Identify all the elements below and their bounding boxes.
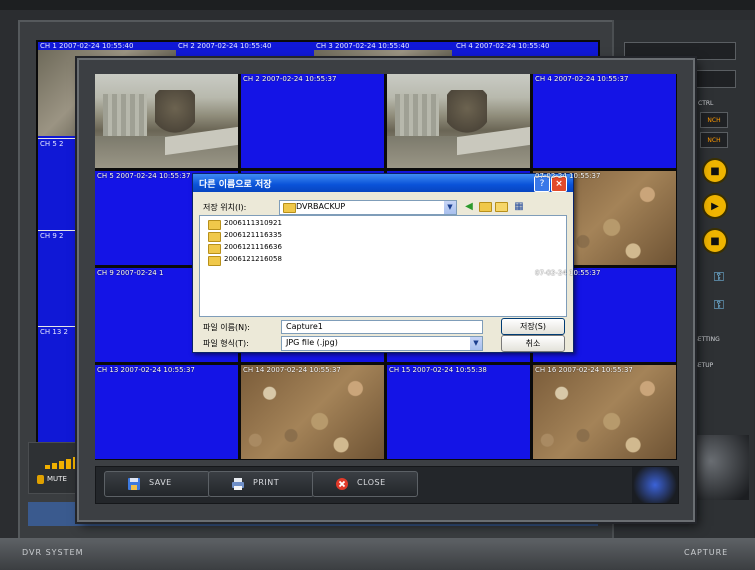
back-channel-label: CH 5 2: [40, 140, 64, 148]
camera-scene-bldg: [103, 94, 147, 136]
save-as-dialog: 다른 이름으로 저장 ? × 저장 위치(I): DVRBACKUP ▼ ◀ ▦…: [192, 173, 574, 353]
channel-cell[interactable]: CH 14 2007-02-24 10:55:37: [241, 365, 384, 459]
view-menu-icon[interactable]: ▦: [513, 201, 525, 212]
filename-label: 파일 이름(N):: [203, 323, 250, 332]
stop-icon: ■: [710, 165, 720, 177]
mute-label: MUTE: [47, 475, 67, 483]
new-folder-icon[interactable]: [495, 201, 508, 212]
back-channel-label: CH 1 2007-02-24 10:55:40: [40, 42, 134, 50]
bottom-bar: DVR SYSTEM CAPTURE: [0, 538, 755, 570]
folder-icon: [283, 203, 296, 213]
key-icon[interactable]: ⚿: [710, 296, 728, 314]
top-strip: [0, 0, 755, 10]
grid-separator: [38, 138, 78, 139]
camera-scene-tree: [155, 90, 195, 136]
folder-name: 2006121216058: [224, 255, 282, 263]
side-label: SETUP: [694, 362, 714, 369]
print-button[interactable]: PRINT: [208, 471, 314, 497]
channel-label: 07-02-24 10:55:37: [535, 172, 601, 180]
folder-icon: [208, 232, 221, 242]
play-icon: ▶: [711, 200, 719, 212]
close-button[interactable]: CLOSE: [312, 471, 418, 497]
dialog-save-button[interactable]: 저장(S): [501, 318, 565, 335]
channel-cell[interactable]: CH 16 2007-02-24 10:55:37: [533, 365, 676, 459]
channel-label: CH 4 2007-02-24 10:55:37: [535, 75, 629, 83]
side-nch-button[interactable]: NCH: [700, 112, 728, 128]
folder-icon: [208, 244, 221, 254]
up-folder-icon[interactable]: [479, 201, 492, 212]
chevron-down-icon[interactable]: ▼: [470, 337, 482, 350]
back-channel-label: CH 2 2007-02-24 10:55:40: [178, 42, 272, 50]
dialog-titlebar: 다른 이름으로 저장 ? ×: [193, 174, 573, 192]
camera-scene-tree: [447, 90, 487, 136]
print-button-label: PRINT: [253, 478, 280, 487]
channel-cell[interactable]: [95, 74, 238, 168]
filename-input[interactable]: Capture1: [281, 320, 483, 334]
floppy-icon: [128, 478, 140, 490]
back-channel-label: CH 3 2007-02-24 10:55:40: [316, 42, 410, 50]
channel-cell[interactable]: CH 2 2007-02-24 10:55:37: [241, 74, 384, 168]
camera-scene-bldg: [395, 94, 439, 136]
save-button-label: SAVE: [149, 478, 172, 487]
channel-cell[interactable]: [387, 74, 530, 168]
filename-value: Capture1: [286, 322, 323, 331]
close-icon: [336, 478, 348, 490]
save-in-dropdown[interactable]: DVRBACKUP ▼: [279, 200, 457, 215]
filetype-dropdown[interactable]: JPG file (.jpg) ▼: [281, 336, 483, 351]
channel-label: CH 2 2007-02-24 10:55:37: [243, 75, 337, 83]
bottom-left-label: DVR SYSTEM: [22, 548, 84, 557]
channel-label: CH 5 2007-02-24 10:55:37: [97, 172, 191, 180]
grid-separator: [38, 230, 78, 231]
stop-button[interactable]: ■: [704, 160, 726, 182]
side-label: CTRL: [698, 100, 714, 107]
channel-cell[interactable]: CH 15 2007-02-24 10:55:38: [387, 365, 530, 459]
folder-icon: [208, 220, 221, 230]
printer-icon: [232, 478, 244, 490]
channel-label: CH 16 2007-02-24 10:55:37: [535, 366, 633, 374]
back-channel-label: CH 13 2: [40, 328, 68, 336]
record-icon: ■: [710, 235, 720, 247]
chevron-down-icon[interactable]: ▼: [444, 201, 456, 214]
grid-separator: [38, 326, 78, 327]
side-nch-button[interactable]: NCH: [700, 132, 728, 148]
audio-level-meter: [45, 457, 81, 469]
file-list[interactable]: 2006111310921 2006121116335 200612111663…: [199, 215, 567, 317]
record-button[interactable]: ■: [704, 230, 726, 252]
dialog-title: 다른 이름으로 저장: [199, 180, 272, 190]
channel-label: CH 9 2007-02-24 1: [97, 269, 164, 277]
save-in-label: 저장 위치(I):: [203, 203, 247, 212]
capture-toolbar: SAVE PRINT CLOSE: [95, 466, 679, 504]
brand-logo-icon: [632, 467, 678, 503]
back-channel-label: CH 9 2: [40, 232, 64, 240]
channel-cell[interactable]: CH 4 2007-02-24 10:55:37: [533, 74, 676, 168]
filetype-label: 파일 형식(T):: [203, 339, 249, 348]
save-button[interactable]: SAVE: [104, 471, 210, 497]
channel-cell[interactable]: CH 13 2007-02-24 10:55:37: [95, 365, 238, 459]
channel-label: CH 14 2007-02-24 10:55:37: [243, 366, 341, 374]
filetype-value: JPG file (.jpg): [286, 338, 338, 347]
channel-label: CH 13 2007-02-24 10:55:37: [97, 366, 195, 374]
close-button-label: CLOSE: [357, 478, 386, 487]
channel-label: CH 15 2007-02-24 10:55:38: [389, 366, 487, 374]
folder-name: 2006111310921: [224, 219, 282, 227]
folder-name: 2006121116335: [224, 231, 282, 239]
side-label: SETTING: [694, 336, 720, 343]
save-in-value: DVRBACKUP: [296, 202, 346, 211]
back-channel-label: CH 4 2007-02-24 10:55:40: [456, 42, 550, 50]
folder-icon: [208, 256, 221, 266]
key-icon[interactable]: ⚿: [710, 268, 728, 286]
channel-label: 07-02-24 10:55:37: [535, 269, 601, 277]
folder-name: 2006121116636: [224, 243, 282, 251]
bottom-right-label: CAPTURE: [684, 548, 729, 557]
mute-icon[interactable]: [37, 475, 44, 484]
play-button[interactable]: ▶: [704, 195, 726, 217]
dialog-cancel-button[interactable]: 취소: [501, 335, 565, 352]
back-arrow-icon[interactable]: ◀: [463, 201, 475, 212]
